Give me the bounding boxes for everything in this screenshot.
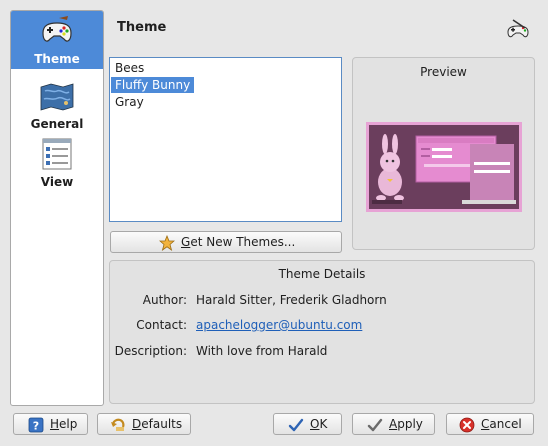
undo-icon	[111, 418, 125, 431]
sidebar-item-view[interactable]: View	[11, 138, 103, 196]
star-icon	[159, 235, 175, 251]
preview-title: Preview	[420, 65, 467, 79]
contact-link[interactable]: apachelogger@ubuntu.com	[196, 318, 362, 332]
mnemonic: A	[389, 417, 398, 431]
theme-preview-image	[366, 122, 522, 212]
author-label: Author:	[142, 293, 187, 307]
sidebar-item-label: Theme	[34, 52, 80, 66]
contact-label: Contact:	[136, 318, 187, 332]
mnemonic: G	[181, 235, 191, 249]
defaults-button[interactable]: Defaults	[97, 413, 191, 435]
cancel-icon	[459, 417, 475, 433]
mnemonic: D	[132, 417, 142, 431]
apply-button[interactable]: Apply	[352, 413, 435, 435]
page-title: Theme	[117, 20, 167, 35]
button-label: ancel	[489, 417, 522, 431]
help-icon: ?	[28, 417, 44, 433]
theme-list[interactable]: Bees Fluffy Bunny Gray	[109, 57, 342, 222]
ok-button[interactable]: OK	[273, 413, 342, 435]
sidebar-item-theme[interactable]: Theme	[11, 11, 103, 69]
sidebar-item-label: General	[30, 117, 84, 131]
help-button[interactable]: ? Help	[13, 413, 88, 435]
description-label: Description:	[114, 344, 187, 358]
list-item-gray[interactable]: Gray	[111, 94, 148, 110]
sidebar-item-general[interactable]: General	[11, 79, 103, 137]
check-icon	[367, 418, 383, 432]
game-settings-icon	[507, 19, 529, 38]
sidebar: Theme General View	[10, 10, 104, 406]
svg-text:?: ?	[33, 420, 39, 433]
check-icon	[288, 418, 304, 432]
button-label: efaults	[141, 417, 183, 431]
sidebar-item-label: View	[40, 175, 74, 189]
map-icon	[40, 83, 74, 111]
cancel-button[interactable]: Cancel	[446, 413, 534, 435]
button-label: pply	[397, 417, 423, 431]
details-title: Theme Details	[278, 267, 366, 281]
gamepad-icon	[42, 16, 72, 42]
button-label: elp	[59, 417, 78, 431]
list-item-fluffy-bunny[interactable]: Fluffy Bunny	[111, 77, 195, 93]
theme-details-panel: Theme Details Author: Harald Sitter, Fre…	[109, 260, 535, 404]
checklist-icon	[42, 138, 72, 170]
author-value: Harald Sitter, Frederik Gladhorn	[196, 293, 387, 307]
list-item-bees[interactable]: Bees	[111, 60, 148, 76]
preview-panel: Preview	[352, 57, 535, 250]
button-label: K	[319, 417, 328, 431]
button-label: et New Themes...	[190, 235, 296, 249]
description-value: With love from Harald	[196, 344, 328, 358]
get-new-themes-button[interactable]: Get New Themes...	[110, 231, 342, 253]
mnemonic: H	[50, 417, 60, 431]
